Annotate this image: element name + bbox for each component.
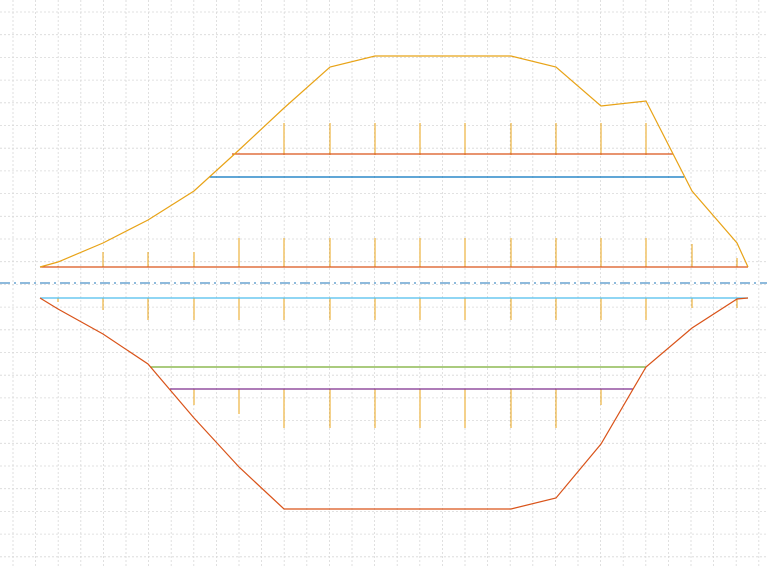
diagram-canvas (0, 0, 767, 566)
